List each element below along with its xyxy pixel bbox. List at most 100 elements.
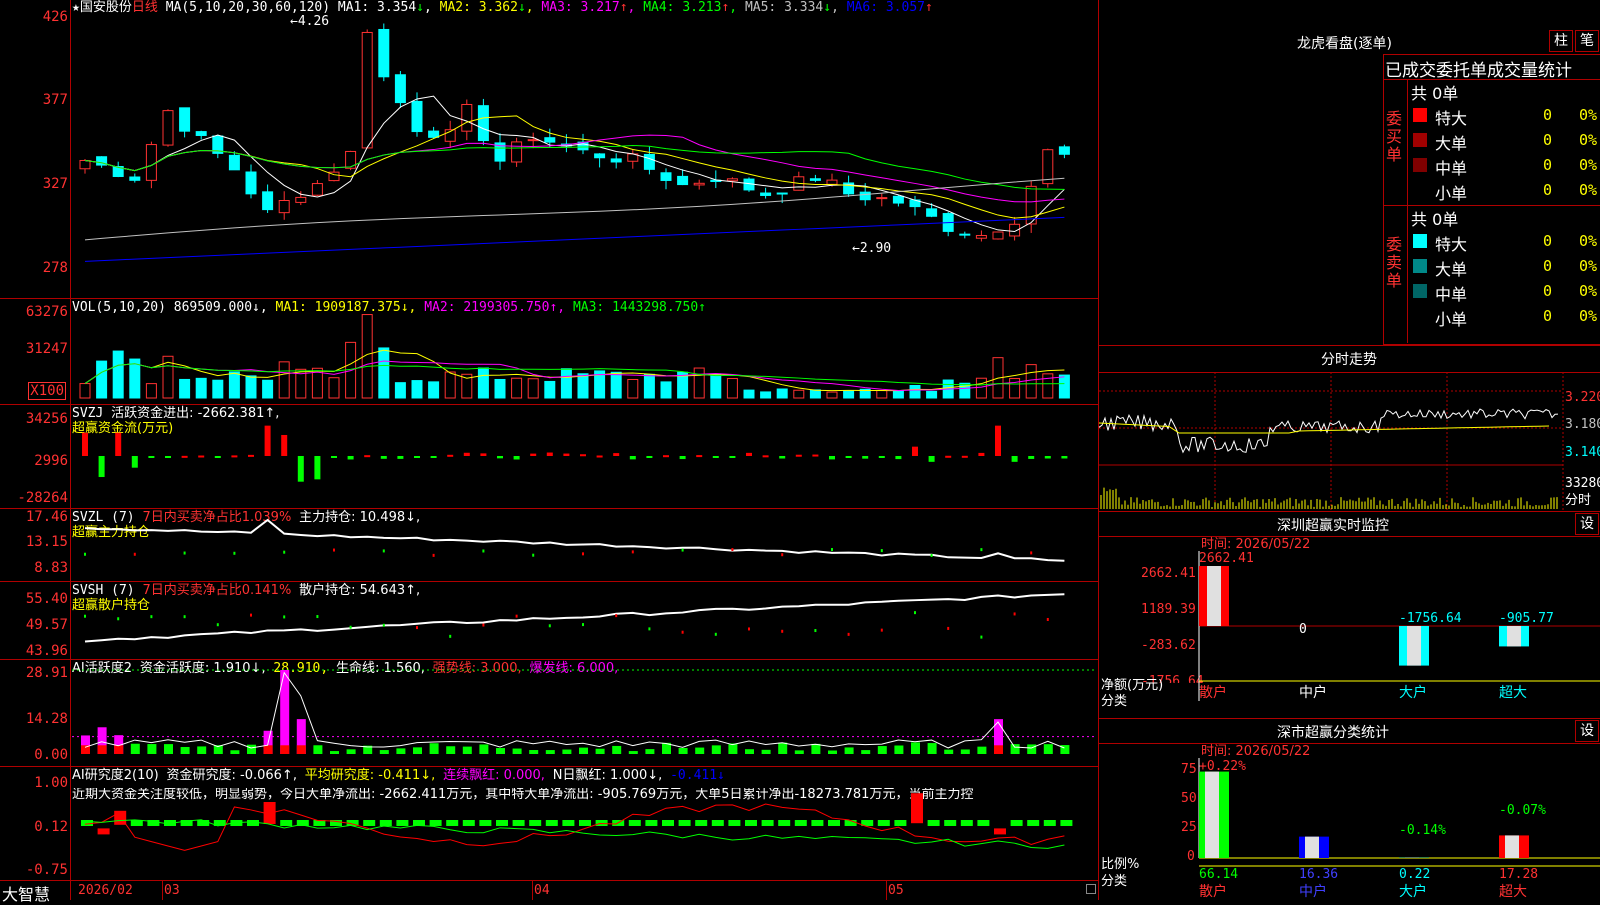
longhu-panel[interactable]: 龙虎看盘(逐单) 柱 笔 已成交委托单成交量统计 委买单 委卖单 共 0单 共 … bbox=[1099, 0, 1600, 345]
candle-body bbox=[1043, 150, 1053, 184]
intraday-panel[interactable]: 分时走势 3.220 3.180 3.140 33280 分时 bbox=[1099, 345, 1600, 511]
monitor-category: 散户 bbox=[1199, 684, 1227, 701]
research-bar bbox=[529, 820, 541, 826]
volume-bar bbox=[744, 390, 754, 398]
candle-body bbox=[893, 196, 903, 203]
classify-value: 17.28 bbox=[1499, 867, 1538, 882]
ai-research-panel[interactable]: AI研究度2(10) 资金研究度: -0.066↑, 平均研究度: -0.411… bbox=[0, 766, 1098, 880]
monitor-category: 超大 bbox=[1499, 685, 1527, 701]
flow-bar bbox=[812, 455, 818, 457]
flow-bar bbox=[945, 456, 951, 458]
tick-mark bbox=[931, 554, 933, 557]
candle-body bbox=[595, 154, 605, 158]
activity-bar bbox=[762, 750, 771, 754]
classify-bar-chart: 66.14散户16.36中户0.22大户17.28超大+0.22%-0.14%-… bbox=[1099, 718, 1600, 900]
research-bar bbox=[396, 820, 408, 826]
flow-bar bbox=[646, 456, 652, 458]
research-bar bbox=[463, 820, 475, 826]
tick-mark bbox=[449, 635, 451, 638]
activity-bar bbox=[878, 746, 887, 754]
flow-bar bbox=[215, 456, 221, 458]
tick-mark bbox=[316, 615, 318, 618]
tick-mark bbox=[831, 548, 833, 551]
candle-body bbox=[196, 132, 206, 136]
research-bar bbox=[496, 820, 508, 826]
flow-bar bbox=[563, 454, 569, 456]
bar-view-button[interactable]: 柱 bbox=[1549, 30, 1573, 52]
activity-bar bbox=[463, 747, 472, 754]
date-tick: 05 bbox=[888, 884, 904, 898]
activity-bar bbox=[430, 743, 439, 754]
tick-view-button[interactable]: 笔 bbox=[1575, 30, 1599, 52]
row-value: 0 bbox=[1543, 257, 1552, 275]
buy-order-label: 委买单 bbox=[1386, 110, 1406, 164]
svzj-panel[interactable]: SVZJ 活跃资金进出: -2662.381↑, 超赢资金流(万元) 34256… bbox=[0, 404, 1098, 508]
classify-bar-highlight bbox=[1305, 837, 1319, 858]
row-name: 小单 bbox=[1435, 306, 1467, 330]
tick-mark bbox=[117, 617, 119, 620]
candle-body bbox=[478, 106, 488, 141]
flow-bar bbox=[99, 456, 105, 477]
sell-row-2: 中单00% bbox=[1411, 280, 1600, 302]
flow-bar bbox=[248, 455, 254, 457]
research-bar bbox=[1011, 820, 1023, 826]
candle-body bbox=[976, 236, 986, 239]
row-name: 特大 bbox=[1435, 105, 1467, 129]
research-bar bbox=[728, 820, 740, 826]
flow-bar bbox=[82, 433, 88, 456]
intraday-tick: 3.140 bbox=[1565, 446, 1600, 460]
flow-bar bbox=[929, 456, 935, 462]
flow-bar bbox=[414, 456, 420, 458]
price-panel[interactable]: ★国安股份日线 MA(5,10,20,30,60,120) MA1: 3.354… bbox=[0, 0, 1098, 298]
research-bar bbox=[1060, 820, 1072, 826]
monitor-bar-label: 0 bbox=[1299, 622, 1307, 637]
legend-swatch bbox=[1413, 309, 1427, 323]
volume-panel[interactable]: VOL(5,10,20) 869509.000↓, MA1: 1909187.3… bbox=[0, 298, 1098, 404]
row-percent: 0% bbox=[1579, 156, 1597, 174]
tick-mark bbox=[283, 551, 285, 554]
research-bar bbox=[762, 820, 774, 826]
activity-base bbox=[280, 745, 289, 754]
activity-bar bbox=[795, 750, 804, 754]
legend-swatch bbox=[1413, 234, 1427, 248]
monitor-bar-chart: 2662.41散户0中户-1756.64大户-905.77超大 bbox=[1099, 511, 1600, 718]
tick-mark bbox=[217, 623, 219, 626]
activity-bar bbox=[1027, 744, 1036, 754]
activity-bar bbox=[347, 749, 356, 754]
svsh-panel[interactable]: SVSH (7) 7日内买卖净占比0.141% 散户持仓: 54.643↑, 超… bbox=[0, 581, 1098, 659]
flow-bar bbox=[464, 453, 470, 456]
flow-bar bbox=[265, 426, 271, 456]
candle-body bbox=[296, 197, 306, 202]
research-bar bbox=[778, 820, 790, 826]
activity-bar bbox=[579, 748, 588, 754]
row-name: 中单 bbox=[1435, 155, 1467, 179]
flow-bar bbox=[962, 456, 968, 458]
activity-bar bbox=[679, 748, 688, 754]
candle-body bbox=[146, 145, 156, 181]
classify-panel[interactable]: 深市超赢分类统计 设 时间: 2026/05/22 75 50 25 0 比例%… bbox=[1099, 718, 1600, 900]
ai-research-chart bbox=[0, 766, 1098, 880]
lock-icon[interactable] bbox=[1086, 884, 1096, 894]
realtime-monitor-panel[interactable]: 深圳超赢实时监控 设 时间: 2026/05/22 2662.41 1189.3… bbox=[1099, 511, 1600, 718]
date-bar[interactable]: 大智慧 2026/02 03 04 05 bbox=[0, 880, 1098, 900]
intraday-chart bbox=[1099, 345, 1600, 511]
classify-value: 16.36 bbox=[1299, 867, 1338, 882]
flow-bar bbox=[580, 454, 586, 456]
flow-bar bbox=[381, 456, 387, 459]
flow-bar bbox=[763, 455, 769, 457]
svzl-panel[interactable]: SVZL (7) 7日内买卖净占比1.039% 主力持仓: 10.498↓, 超… bbox=[0, 508, 1098, 581]
flow-bar bbox=[680, 456, 686, 459]
tick-mark bbox=[150, 615, 152, 618]
flow-bar bbox=[182, 456, 188, 458]
candle-body bbox=[312, 184, 322, 196]
research-bar bbox=[1044, 820, 1056, 826]
tick-mark bbox=[84, 553, 86, 556]
research-bar bbox=[446, 820, 458, 826]
ma-line bbox=[85, 178, 1064, 240]
candle-body bbox=[429, 131, 439, 137]
activity-base bbox=[114, 745, 123, 754]
volume-bar bbox=[113, 351, 123, 398]
research-bar bbox=[98, 828, 110, 834]
volume-bar bbox=[246, 376, 256, 398]
ai-activity-panel[interactable]: AI活跃度2 资金活跃度: 1.910↓, 28.910, 生命线: 1.560… bbox=[0, 659, 1098, 766]
